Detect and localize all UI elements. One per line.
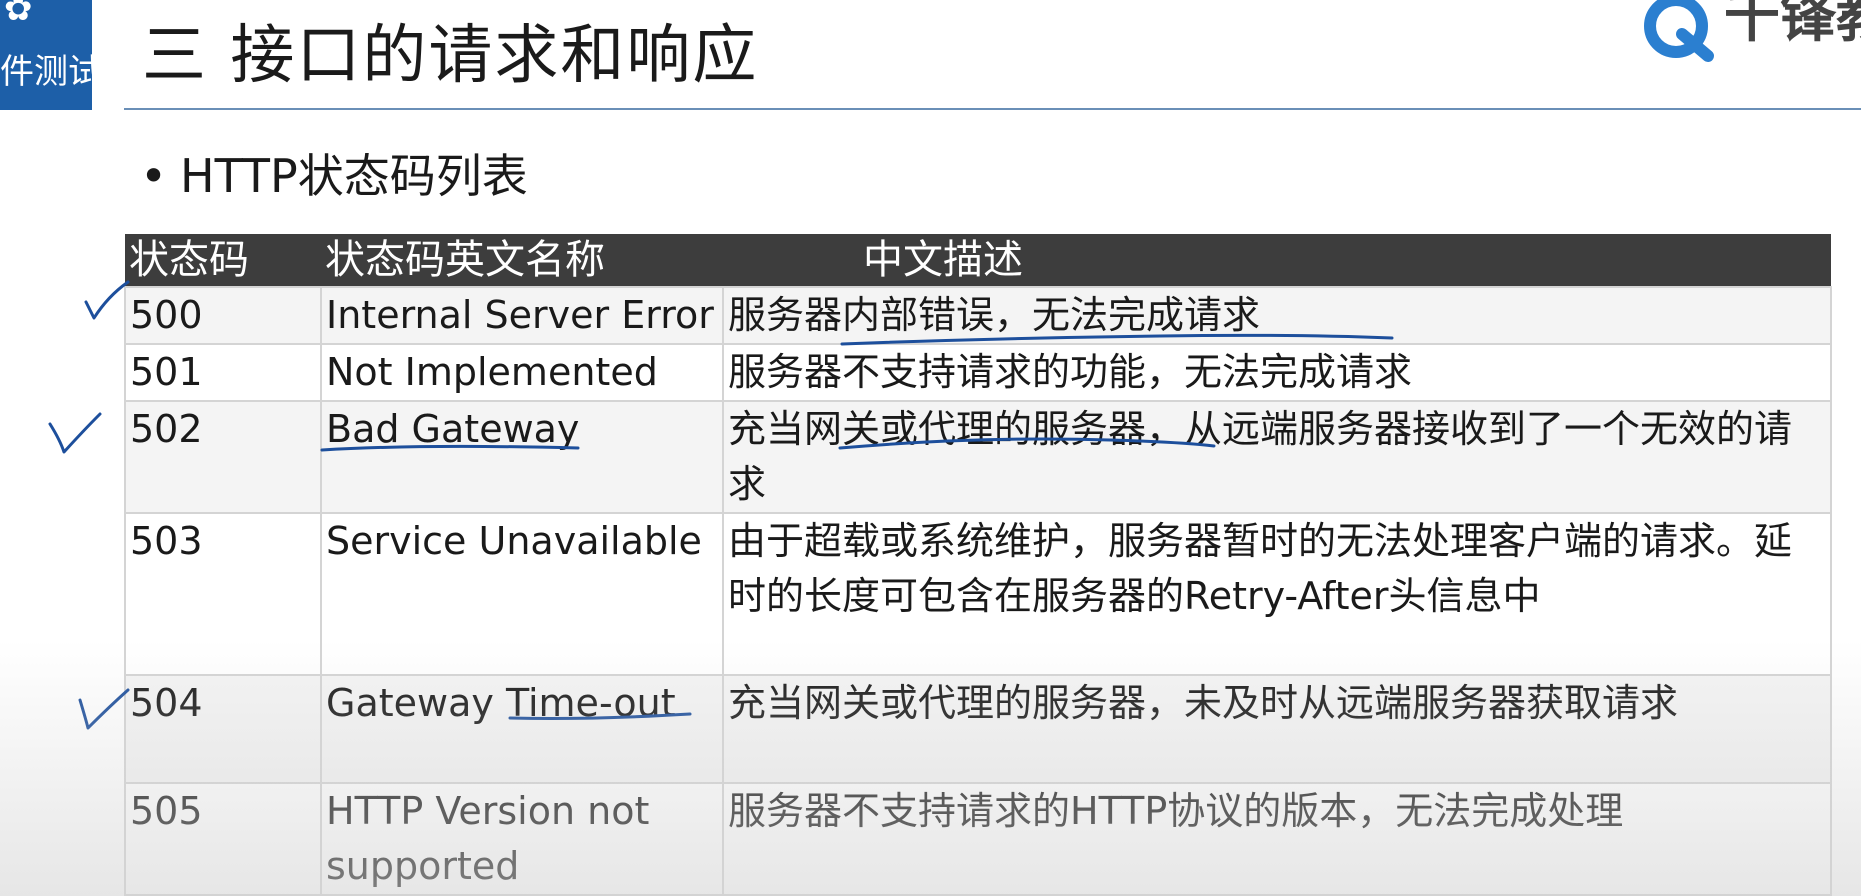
cell-code: 500 (124, 286, 322, 345)
cell-code: 502 (124, 400, 322, 514)
status-code-table: 状态码 状态码英文名称 中文描述 500 Internal Server Err… (124, 234, 1832, 896)
logo-text: 千锋教 (1724, 0, 1861, 50)
cell-code: 501 (124, 343, 322, 402)
table-row: 504 Gateway Time-out 充当网关或代理的服务器，未及时从远端服… (124, 674, 1832, 784)
table-row: 500 Internal Server Error 服务器内部错误，无法完成请求 (124, 286, 1832, 345)
cell-desc: 由于超载或系统维护，服务器暂时的无法处理客户端的请求。延时的长度可包含在服务器的… (722, 512, 1832, 676)
header-name: 状态码英文名称 (321, 234, 723, 287)
brand-logo: 千锋教 (1636, 0, 1861, 64)
checkmark-502 (48, 412, 102, 454)
checkmark-504 (78, 688, 130, 730)
cell-desc: 服务器不支持请求的HTTP协议的版本，无法完成处理 (722, 782, 1832, 896)
cell-code: 503 (124, 512, 322, 676)
title-divider (124, 108, 1861, 110)
cell-name: Service Unavailable (320, 512, 724, 676)
cell-name: Internal Server Error (320, 286, 724, 345)
cell-name: Not Implemented (320, 343, 724, 402)
cell-name: HTTP Version not supported (320, 782, 724, 896)
header-code: 状态码 (125, 234, 321, 287)
corner-badge: ✿ 件测试 (0, 0, 102, 110)
cell-name: Bad Gateway (320, 400, 724, 514)
bullet-dot: • (140, 149, 168, 203)
logo-swirl-icon (1644, 0, 1714, 62)
cell-desc: 充当网关或代理的服务器，从远端服务器接收到了一个无效的请求 (722, 400, 1832, 514)
cell-code: 504 (124, 674, 322, 784)
checkmark-500 (84, 280, 130, 320)
table-row: 502 Bad Gateway 充当网关或代理的服务器，从远端服务器接收到了一个… (124, 400, 1832, 514)
header-desc: 中文描述 (723, 234, 1831, 287)
badge-label: 件测试 (0, 52, 102, 92)
cell-desc: 服务器不支持请求的功能，无法完成请求 (722, 343, 1832, 402)
table-row: 501 Not Implemented 服务器不支持请求的功能，无法完成请求 (124, 343, 1832, 402)
section-bullet: • HTTP状态码列表 (140, 146, 528, 206)
cell-desc: 充当网关或代理的服务器，未及时从远端服务器获取请求 (722, 674, 1832, 784)
table-row: 503 Service Unavailable 由于超载或系统维护，服务器暂时的… (124, 512, 1832, 676)
cell-code: 505 (124, 782, 322, 896)
bullet-text: HTTP状态码列表 (180, 149, 528, 203)
cell-desc: 服务器内部错误，无法完成请求 (722, 286, 1832, 345)
table-row: 505 HTTP Version not supported 服务器不支持请求的… (124, 782, 1832, 896)
table-header-row: 状态码 状态码英文名称 中文描述 (125, 234, 1831, 287)
gear-icon: ✿ (4, 0, 33, 29)
cell-name: Gateway Time-out (320, 674, 724, 784)
page-title: 三 接口的请求和响应 (142, 19, 759, 93)
